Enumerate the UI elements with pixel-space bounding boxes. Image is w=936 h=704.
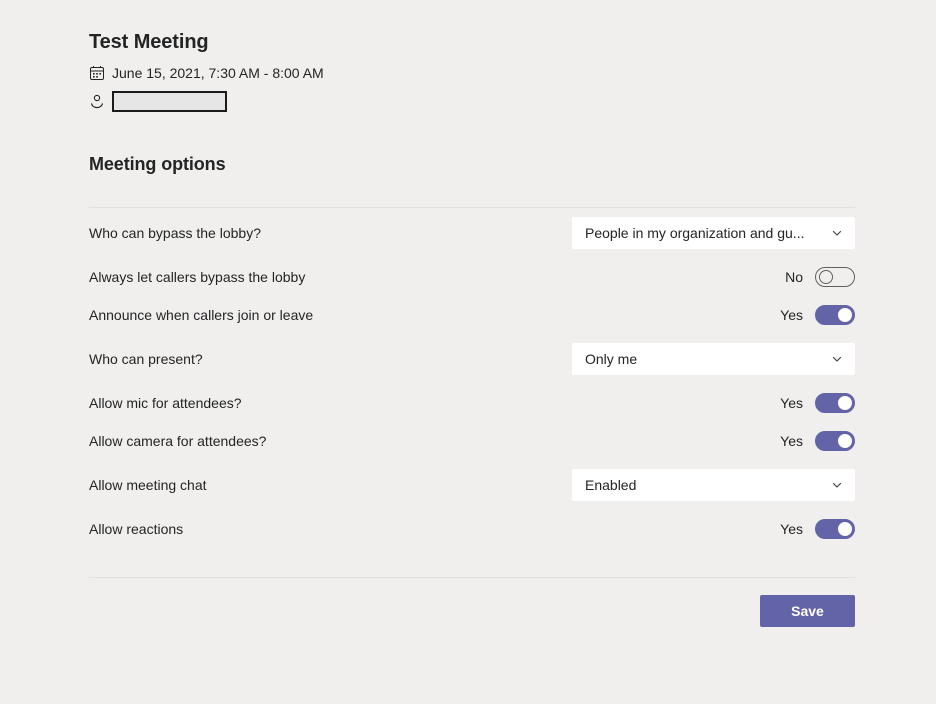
toggle-allow-mic-for-attendees[interactable] bbox=[815, 393, 855, 413]
toggle-state-label: Yes bbox=[780, 521, 803, 537]
dropdown-value: Only me bbox=[585, 351, 638, 367]
footer-actions: Save bbox=[89, 578, 855, 627]
toggle-knob bbox=[819, 270, 833, 284]
toggle-knob bbox=[838, 308, 852, 322]
option-label: Who can present? bbox=[89, 351, 203, 367]
dropdown-allow-meeting-chat[interactable]: Enabled bbox=[572, 469, 855, 501]
option-label: Allow meeting chat bbox=[89, 477, 207, 493]
calendar-icon bbox=[89, 65, 105, 81]
option-row-who-can-present: Who can present? Only me bbox=[89, 334, 855, 384]
toggle-knob bbox=[838, 434, 852, 448]
option-control: Yes bbox=[780, 393, 855, 413]
option-control: Only me bbox=[572, 343, 855, 375]
person-icon bbox=[89, 93, 105, 109]
toggle-state-label: Yes bbox=[780, 395, 803, 411]
toggle-allow-reactions[interactable] bbox=[815, 519, 855, 539]
page-title: Test Meeting bbox=[89, 31, 209, 53]
option-control: Enabled bbox=[572, 469, 855, 501]
option-label: Always let callers bypass the lobby bbox=[89, 269, 306, 285]
organizer-name-redacted bbox=[112, 90, 227, 112]
section-title: Meeting options bbox=[89, 154, 226, 174]
option-row-allow-mic-for-attendees: Allow mic for attendees? Yes bbox=[89, 384, 855, 422]
toggle-state-label: Yes bbox=[780, 433, 803, 449]
option-row-always-let-callers-bypass-lobby: Always let callers bypass the lobby No bbox=[89, 258, 855, 296]
option-row-announce-when-callers-join-or-leave: Announce when callers join or leave Yes bbox=[89, 296, 855, 334]
toggle-state-label: Yes bbox=[780, 307, 803, 323]
meeting-options-page: Test Meeting June 15, 2021, 7:30 AM - 8:… bbox=[0, 0, 936, 704]
toggle-announce-when-callers-join-or-leave[interactable] bbox=[815, 305, 855, 325]
options-list: Who can bypass the lobby? People in my o… bbox=[89, 208, 855, 548]
option-label: Allow mic for attendees? bbox=[89, 395, 242, 411]
option-control: People in my organization and gu... bbox=[572, 217, 855, 249]
save-button[interactable]: Save bbox=[760, 595, 855, 627]
option-row-allow-reactions: Allow reactions Yes bbox=[89, 510, 855, 548]
chevron-down-icon bbox=[831, 227, 843, 239]
option-label: Allow reactions bbox=[89, 521, 184, 537]
option-label: Announce when callers join or leave bbox=[89, 307, 314, 323]
dropdown-who-can-present[interactable]: Only me bbox=[572, 343, 855, 375]
content-container: Test Meeting June 15, 2021, 7:30 AM - 8:… bbox=[89, 0, 855, 627]
option-label: Who can bypass the lobby? bbox=[89, 225, 261, 241]
meeting-datetime: June 15, 2021, 7:30 AM - 8:00 AM bbox=[112, 65, 324, 81]
meeting-organizer-row bbox=[89, 90, 855, 112]
toggle-knob bbox=[838, 522, 852, 536]
option-row-allow-camera-for-attendees: Allow camera for attendees? Yes bbox=[89, 422, 855, 460]
dropdown-value: People in my organization and gu... bbox=[585, 225, 805, 241]
toggle-allow-camera-for-attendees[interactable] bbox=[815, 431, 855, 451]
toggle-state-label: No bbox=[785, 269, 803, 285]
option-label: Allow camera for attendees? bbox=[89, 433, 267, 449]
dropdown-value: Enabled bbox=[585, 477, 637, 493]
option-control: Yes bbox=[780, 305, 855, 325]
option-row-allow-meeting-chat: Allow meeting chat Enabled bbox=[89, 460, 855, 510]
option-control: Yes bbox=[780, 519, 855, 539]
toggle-always-let-callers-bypass-lobby[interactable] bbox=[815, 267, 855, 287]
dropdown-who-can-bypass-lobby[interactable]: People in my organization and gu... bbox=[572, 217, 855, 249]
chevron-down-icon bbox=[831, 353, 843, 365]
option-row-who-can-bypass-lobby: Who can bypass the lobby? People in my o… bbox=[89, 208, 855, 258]
option-control: No bbox=[785, 267, 855, 287]
meeting-datetime-row: June 15, 2021, 7:30 AM - 8:00 AM bbox=[89, 63, 855, 83]
option-control: Yes bbox=[780, 431, 855, 451]
toggle-knob bbox=[838, 396, 852, 410]
chevron-down-icon bbox=[831, 479, 843, 491]
